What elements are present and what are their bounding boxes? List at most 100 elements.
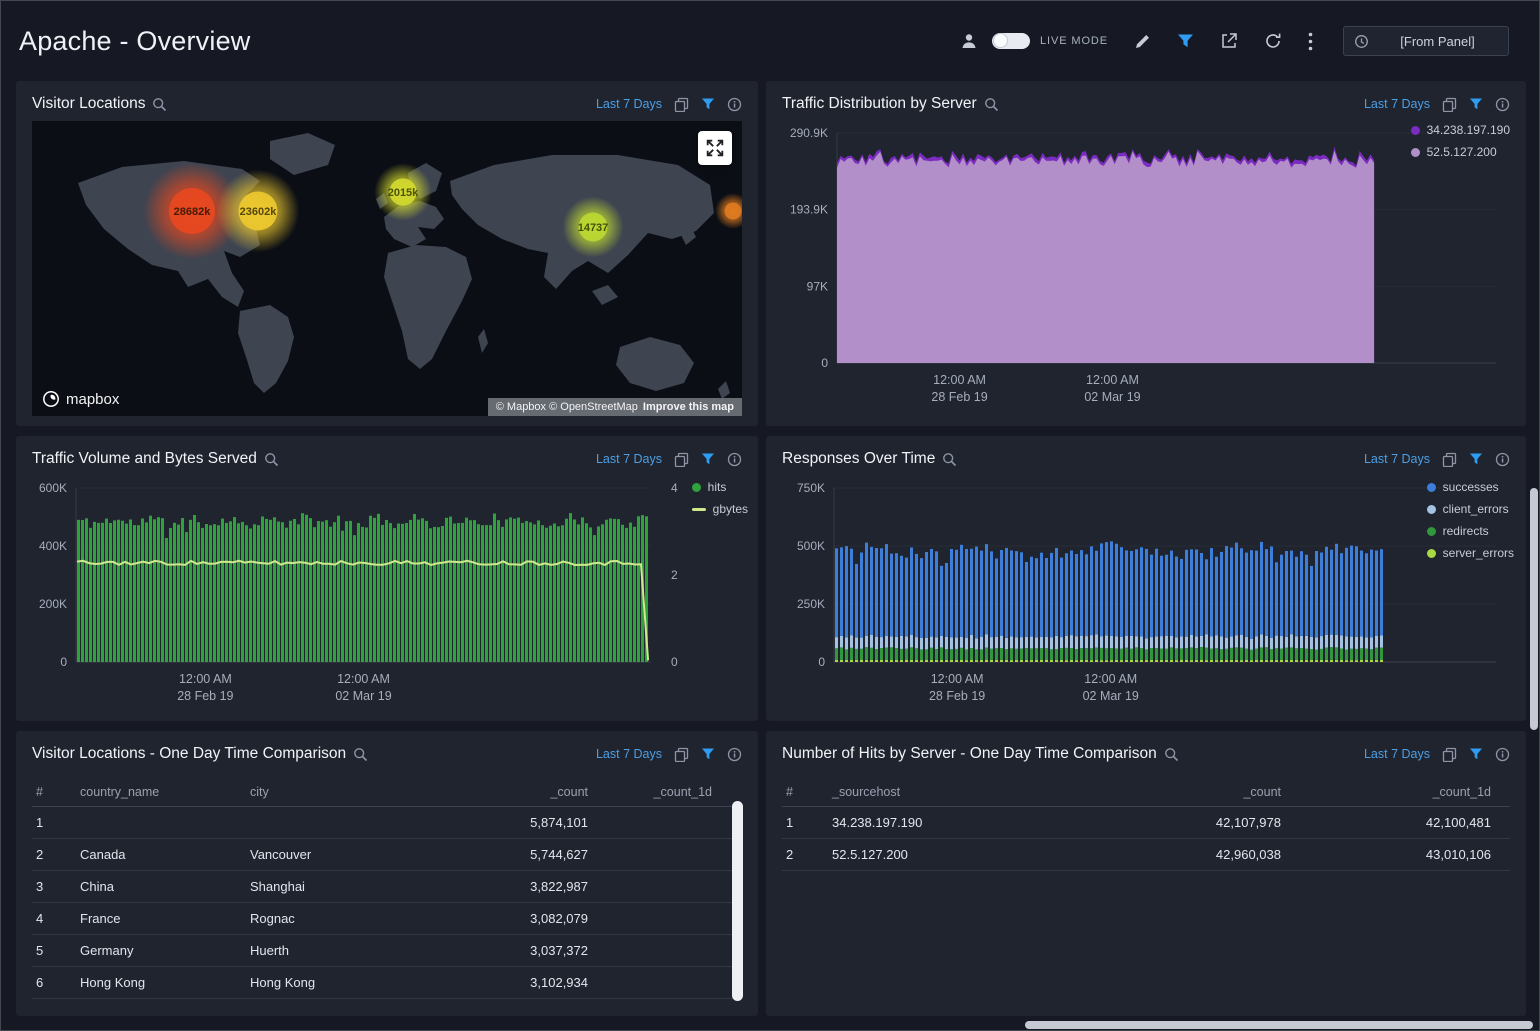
table-row[interactable]: 4FranceRognac3,082,079 (32, 903, 742, 935)
copy-icon[interactable] (1442, 747, 1457, 762)
time-range-label[interactable]: Last 7 Days (596, 97, 662, 111)
column-header[interactable]: _count_1d (592, 785, 742, 799)
svg-text:12:00 AM: 12:00 AM (179, 672, 232, 686)
column-header[interactable]: # (782, 785, 828, 799)
legend-item[interactable]: client_errors (1427, 502, 1514, 516)
table-cell: 42,100,481 (1285, 815, 1510, 830)
time-range-label[interactable]: Last 7 Days (1364, 97, 1430, 111)
info-icon[interactable] (727, 747, 742, 762)
svg-text:200K: 200K (39, 597, 67, 611)
table-cell: 2 (782, 847, 828, 862)
legend-item[interactable]: 52.5.127.200 (1411, 145, 1510, 159)
mapbox-logo[interactable]: mapbox (42, 390, 119, 408)
table-cell: Rognac (246, 911, 452, 926)
map-marker[interactable]: 23602k (217, 170, 300, 253)
table-row[interactable]: 2CanadaVancouver5,744,627 (32, 839, 742, 871)
info-icon[interactable] (1495, 97, 1510, 112)
copy-icon[interactable] (674, 747, 689, 762)
table-cell: Germany (76, 943, 246, 958)
responses-chart[interactable]: 0250K500K750K12:00 AM28 Feb 1912:00 AM02… (782, 474, 1510, 712)
legend-dot (1427, 483, 1436, 492)
filter-icon[interactable] (701, 452, 715, 466)
table-body: 15,874,1012CanadaVancouver5,744,6273Chin… (32, 807, 742, 999)
filter-icon[interactable] (1469, 452, 1483, 466)
panel-title: Responses Over Time (782, 450, 935, 468)
time-range-label[interactable]: Last 7 Days (596, 452, 662, 466)
copy-icon[interactable] (674, 97, 689, 112)
traffic-distribution-chart[interactable]: 097K193.9K290.9K12:00 AM28 Feb 1912:00 A… (782, 119, 1508, 417)
svg-text:0: 0 (818, 655, 825, 669)
copy-icon[interactable] (1442, 452, 1457, 467)
table-header-row: #country_namecity_count_count_1d (32, 777, 742, 807)
zoom-icon[interactable] (1164, 747, 1179, 762)
live-mode-toggle[interactable] (992, 33, 1030, 49)
mapbox-logo-text: mapbox (66, 391, 119, 408)
legend-item[interactable]: hits (692, 480, 748, 494)
table-row[interactable]: 6Hong KongHong Kong3,102,934 (32, 967, 742, 999)
column-header[interactable]: country_name (76, 785, 246, 799)
refresh-icon[interactable] (1264, 32, 1282, 50)
edit-pencil-icon[interactable] (1134, 33, 1151, 50)
legend-item[interactable]: gbytes (692, 502, 748, 516)
share-export-icon[interactable] (1220, 32, 1238, 50)
column-header[interactable]: _count (965, 785, 1285, 799)
column-header[interactable]: _sourcehost (828, 785, 965, 799)
legend-item[interactable]: successes (1427, 480, 1514, 494)
traffic-volume-chart[interactable]: 0200K400K600K12:00 AM28 Feb 1912:00 AM02… (32, 474, 742, 712)
info-icon[interactable] (727, 97, 742, 112)
zoom-icon[interactable] (984, 97, 999, 112)
filter-icon[interactable] (1469, 97, 1483, 111)
info-icon[interactable] (727, 452, 742, 467)
filter-icon[interactable] (1469, 747, 1483, 761)
column-header[interactable]: # (32, 785, 76, 799)
zoom-icon[interactable] (942, 452, 957, 467)
zoom-icon[interactable] (264, 452, 279, 467)
zoom-icon[interactable] (152, 97, 167, 112)
column-header[interactable]: _count_1d (1285, 785, 1510, 799)
zoom-icon[interactable] (353, 747, 368, 762)
map-marker[interactable]: 2015k (374, 163, 432, 221)
time-range-label[interactable]: Last 7 Days (1364, 452, 1430, 466)
filter-icon[interactable] (701, 97, 715, 111)
info-icon[interactable] (1495, 452, 1510, 467)
improve-map-link[interactable]: Improve this map (643, 401, 734, 413)
user-icon[interactable] (960, 32, 978, 50)
time-range-label[interactable]: Last 7 Days (596, 747, 662, 761)
legend-item[interactable]: redirects (1427, 524, 1514, 538)
copy-icon[interactable] (1442, 97, 1457, 112)
clock-icon (1354, 34, 1369, 49)
map-attribution: © Mapbox © OpenStreetMap Improve this ma… (488, 398, 742, 416)
svg-text:12:00 AM: 12:00 AM (1084, 672, 1137, 686)
table-row[interactable]: 252.5.127.20042,960,03843,010,106 (782, 839, 1510, 871)
marker-label: 23602k (240, 206, 278, 218)
copy-icon[interactable] (674, 452, 689, 467)
table-cell: Hong Kong (76, 975, 246, 990)
column-header[interactable]: _count (452, 785, 592, 799)
svg-text:28 Feb 19: 28 Feb 19 (177, 689, 233, 703)
column-header[interactable]: city (246, 785, 452, 799)
table-row[interactable]: 15,874,101 (32, 807, 742, 839)
time-range-input[interactable]: [From Panel] (1343, 26, 1509, 56)
marker-label: 28682k (174, 206, 212, 218)
table-row[interactable]: 3ChinaShanghai3,822,987 (32, 871, 742, 903)
fullscreen-button[interactable] (698, 131, 732, 165)
table-cell: 6 (32, 975, 76, 990)
legend-item[interactable]: server_errors (1427, 546, 1514, 560)
info-icon[interactable] (1495, 747, 1510, 762)
svg-text:28 Feb 19: 28 Feb 19 (929, 689, 985, 703)
map-marker[interactable]: 14737 (562, 196, 623, 257)
page-vertical-scrollbar[interactable] (1530, 488, 1538, 730)
svg-text:12:00 AM: 12:00 AM (933, 373, 986, 387)
legend-label: 34.238.197.190 (1427, 123, 1510, 137)
legend-item[interactable]: 34.238.197.190 (1411, 123, 1510, 137)
table-scrollbar[interactable] (732, 801, 743, 1001)
time-range-label[interactable]: Last 7 Days (1364, 747, 1430, 761)
world-map[interactable]: 28682k 23602k 2015k 14737 mapbox © Mapbox ©… (32, 121, 742, 416)
table-row[interactable]: 5GermanyHuerth3,037,372 (32, 935, 742, 967)
kebab-menu-icon[interactable] (1308, 32, 1313, 51)
filter-icon[interactable] (701, 747, 715, 761)
panel-title: Traffic Distribution by Server (782, 95, 977, 113)
filter-icon[interactable] (1177, 33, 1194, 49)
table-row[interactable]: 134.238.197.19042,107,97842,100,481 (782, 807, 1510, 839)
page-horizontal-scrollbar[interactable] (1025, 1021, 1533, 1029)
